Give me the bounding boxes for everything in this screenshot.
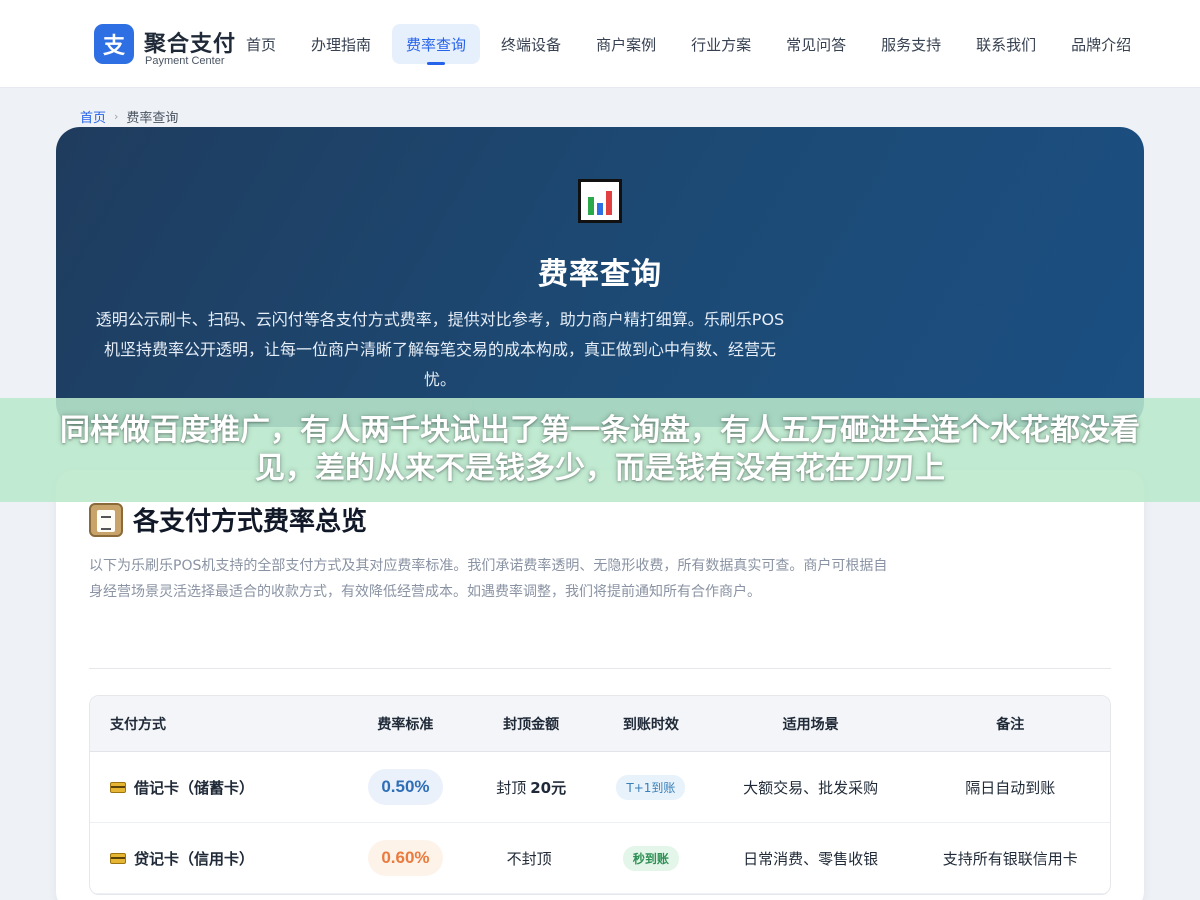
column-header-method: 支付方式 xyxy=(110,716,166,733)
brand-title[interactable]: 聚合支付 xyxy=(144,26,236,58)
breadcrumb-current: 费率查询 xyxy=(126,111,179,126)
nav-item-brand[interactable]: 品牌介绍 xyxy=(1057,24,1145,64)
rate-table: 支付方式 费率标准 封顶金额 到账时效 适用场景 备注 借记卡（储蓄卡） 0.5… xyxy=(89,695,1111,895)
overlay-caption-banner: 同样做百度推广，有人两千块试出了第一条询盘，有人五万砸进去连个水花都没看见，差的… xyxy=(0,398,1200,502)
nav-item-terminal[interactable]: 终端设备 xyxy=(487,24,575,64)
method-name: 借记卡（储蓄卡） xyxy=(134,778,255,797)
nav-item-faq[interactable]: 常见问答 xyxy=(772,24,860,64)
nav-item-rate-query[interactable]: 费率查询 xyxy=(392,24,481,65)
rate-overview-card: 各支付方式费率总览 以下为乐刷乐POS机支持的全部支付方式及其对应费率标准。我们… xyxy=(56,470,1144,900)
section-divider xyxy=(89,668,1111,669)
cap-prefix: 封顶 xyxy=(496,778,527,797)
table-row: 贷记卡（信用卡） 0.60% 不封顶 秒到账 日常消费、零售收银 支持所有银联信… xyxy=(90,823,1110,894)
note-cell: 隔日自动到账 xyxy=(965,778,1056,797)
method-cell: 贷记卡（信用卡） xyxy=(90,848,340,869)
settlement-cell: 秒到账 xyxy=(591,845,711,871)
rate-cell: 0.50% xyxy=(340,769,472,805)
page-title: 费率查询 xyxy=(538,257,662,292)
clipboard-icon xyxy=(89,503,123,537)
nav-item-solutions[interactable]: 行业方案 xyxy=(677,24,765,64)
column-header-rate: 费率标准 xyxy=(377,716,434,733)
column-header-settlement: 到账时效 xyxy=(622,716,679,733)
bar-chart-icon xyxy=(578,179,622,223)
hero-description: 透明公示刷卡、扫码、云闪付等各支付方式费率，提供对比参考，助力商户精打细算。乐刷… xyxy=(95,310,785,389)
cap-prefix: 不封顶 xyxy=(506,849,552,868)
section-title: 各支付方式费率总览 xyxy=(133,507,368,537)
method-name: 贷记卡（信用卡） xyxy=(134,849,255,868)
method-cell: 借记卡（储蓄卡） xyxy=(90,777,340,798)
breadcrumb-home-link[interactable]: 首页 xyxy=(80,107,106,126)
column-header-note: 备注 xyxy=(996,716,1025,733)
nav-item-support[interactable]: 服务支持 xyxy=(867,24,955,64)
scenario-cell: 大额交易、批发采购 xyxy=(743,778,879,797)
breadcrumb: 首页 › 费率查询 xyxy=(80,107,178,126)
nav-item-guide[interactable]: 办理指南 xyxy=(297,24,385,64)
rate-cell: 0.60% xyxy=(340,840,472,876)
credit-card-icon xyxy=(110,852,126,864)
nav-item-home[interactable]: 首页 xyxy=(232,24,290,64)
rate-value: 0.50% xyxy=(368,769,443,805)
breadcrumb-separator: › xyxy=(114,110,119,123)
nav-item-cases[interactable]: 商户案例 xyxy=(582,24,670,64)
overlay-caption-text: 同样做百度推广，有人两千块试出了第一条询盘，有人五万砸进去连个水花都没看见，差的… xyxy=(60,413,1140,486)
brand-logo-icon[interactable]: 支 xyxy=(94,24,134,64)
table-header-row: 支付方式 费率标准 封顶金额 到账时效 适用场景 备注 xyxy=(90,696,1110,752)
settlement-badge: 秒到账 xyxy=(622,845,679,871)
column-header-scenario: 适用场景 xyxy=(782,716,839,733)
note-cell: 支持所有银联信用卡 xyxy=(942,849,1078,868)
table-row: 借记卡（储蓄卡） 0.50% 封顶 20元 T+1到账 大额交易、批发采购 隔日… xyxy=(90,752,1110,823)
credit-card-icon xyxy=(110,781,126,793)
settlement-cell: T+1到账 xyxy=(591,774,711,800)
hero-banner: 费率查询 透明公示刷卡、扫码、云闪付等各支付方式费率，提供对比参考，助力商户精打… xyxy=(56,127,1144,427)
column-header-cap: 封顶金额 xyxy=(503,716,560,733)
scenario-cell: 日常消费、零售收银 xyxy=(743,849,879,868)
rate-value: 0.60% xyxy=(368,840,443,876)
cap-value: 20元 xyxy=(530,778,567,797)
cap-cell: 不封顶 xyxy=(471,848,591,869)
settlement-badge: T+1到账 xyxy=(616,774,686,800)
brand-subtitle: Payment Center xyxy=(145,55,225,67)
main-nav: 首页 办理指南 费率查询 终端设备 商户案例 行业方案 常见问答 服务支持 联系… xyxy=(232,24,1152,65)
nav-item-contact[interactable]: 联系我们 xyxy=(962,24,1050,64)
section-description: 以下为乐刷乐POS机支持的全部支付方式及其对应费率标准。我们承诺费率透明、无隐形… xyxy=(89,558,888,600)
cap-cell: 封顶 20元 xyxy=(471,777,591,798)
top-navigation-bar: 支 聚合支付 Payment Center 首页 办理指南 费率查询 终端设备 … xyxy=(0,0,1200,88)
